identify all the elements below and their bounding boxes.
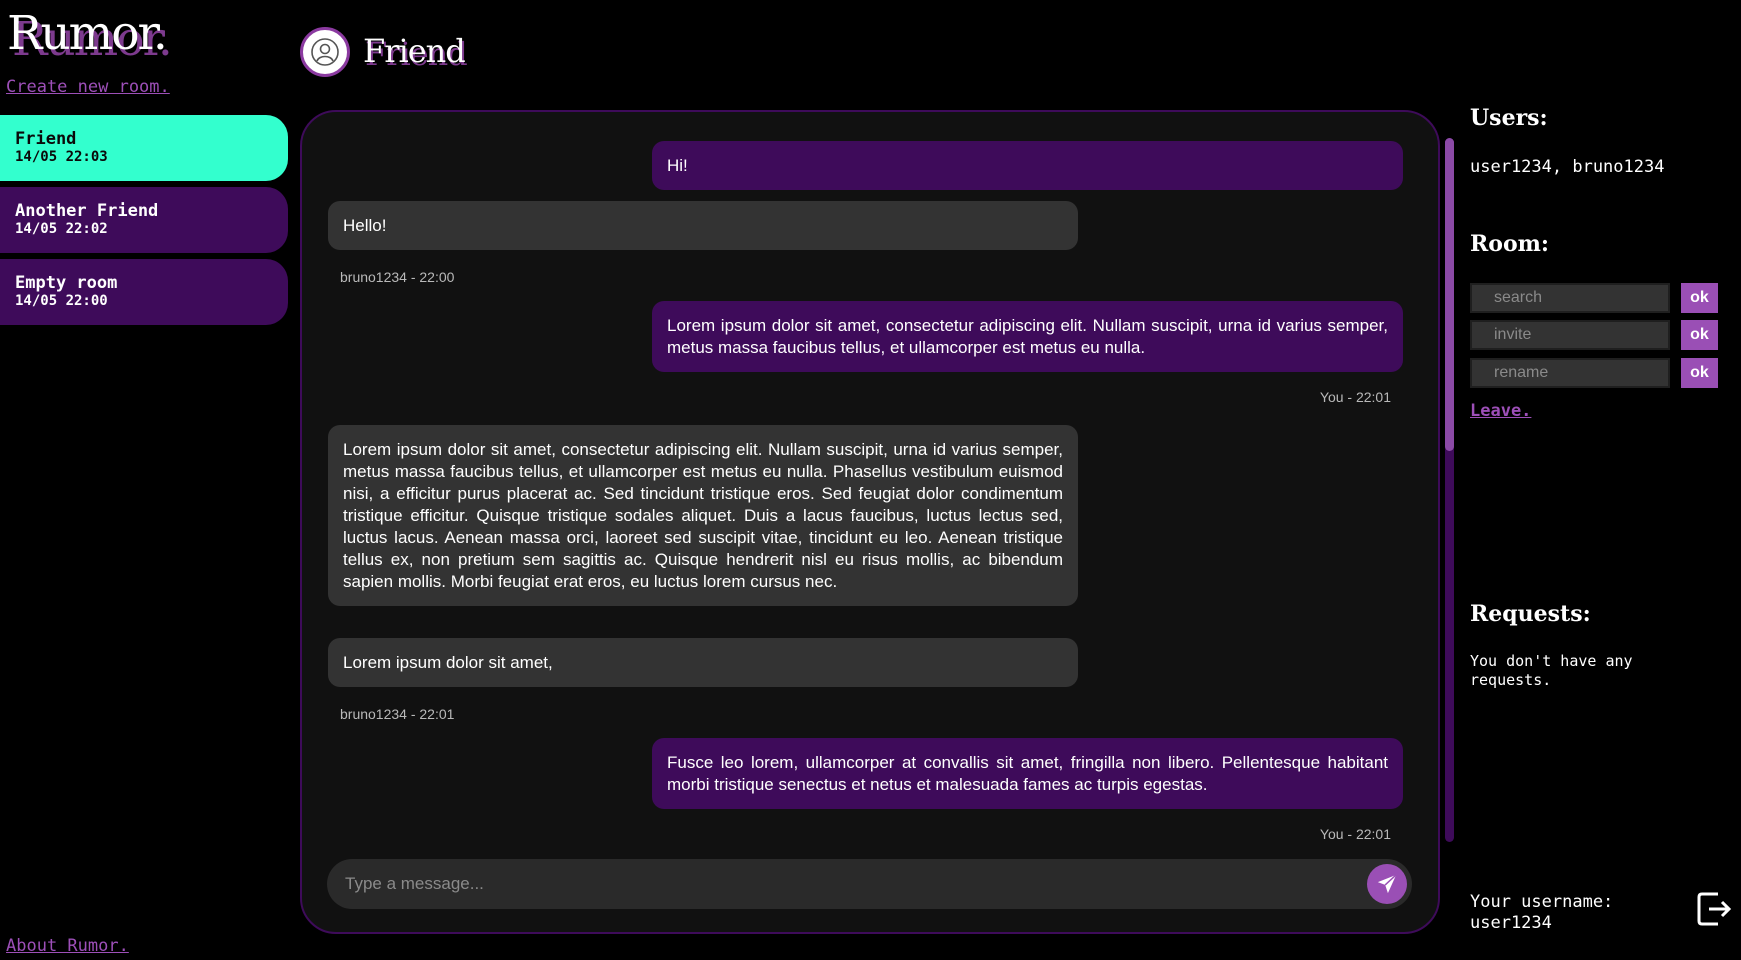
app-logo: Rumor. Rumor. — [7, 4, 237, 67]
room-item-empty-room[interactable]: Empty room 14/05 22:00 — [0, 259, 288, 325]
message-incoming: Lorem ipsum dolor sit amet, — [328, 638, 1078, 687]
search-ok-button[interactable]: ok — [1681, 283, 1718, 313]
users-heading: Users: — [1470, 105, 1548, 131]
room-name: Another Friend — [15, 201, 159, 221]
logout-icon — [1697, 892, 1732, 926]
room-heading: Room: — [1470, 231, 1550, 257]
invite-input[interactable] — [1470, 320, 1670, 350]
message-meta: You - 22:01 — [1319, 389, 1391, 405]
chat-title-text: Friend — [363, 32, 466, 70]
message-meta: bruno1234 - 22:01 — [340, 706, 455, 722]
rename-ok-button[interactable]: ok — [1681, 358, 1718, 388]
message-outgoing: Lorem ipsum dolor sit amet, consectetur … — [652, 301, 1403, 372]
rename-input[interactable] — [1470, 358, 1670, 388]
room-item-friend[interactable]: Friend 14/05 22:03 — [0, 115, 288, 181]
message-list[interactable]: Hi! Hello! bruno1234 - 22:00 Lorem ipsum… — [328, 141, 1403, 932]
about-link[interactable]: About Rumor. — [6, 936, 129, 956]
chat-panel: Hi! Hello! bruno1234 - 22:00 Lorem ipsum… — [300, 110, 1440, 934]
message-input[interactable] — [345, 874, 1367, 894]
users-list: user1234, bruno1234 — [1470, 157, 1665, 177]
room-list: Friend 14/05 22:03 Another Friend 14/05 … — [0, 115, 288, 331]
search-row: ok — [1470, 283, 1718, 313]
logout-button[interactable] — [1696, 889, 1732, 929]
invite-row: ok — [1470, 320, 1718, 350]
invite-ok-button[interactable]: ok — [1681, 320, 1718, 350]
user-circle-icon — [300, 27, 350, 77]
message-outgoing: Hi! — [652, 141, 1403, 190]
search-input[interactable] — [1470, 283, 1670, 313]
create-room-link[interactable]: Create new room. — [6, 77, 170, 97]
room-time: 14/05 22:03 — [15, 149, 108, 165]
chat-scrollbar[interactable] — [1445, 138, 1454, 842]
username-value: user1234 — [1470, 913, 1552, 933]
paper-plane-icon — [1377, 874, 1397, 894]
username-label: Your username: — [1470, 892, 1614, 912]
requests-empty-text: You don't have any requests. — [1470, 652, 1633, 689]
message-incoming: Hello! — [328, 201, 1078, 250]
room-name: Empty room — [15, 273, 118, 293]
message-composer — [327, 859, 1412, 909]
room-info-panel: Users: user1234, bruno1234 Room: ok ok o… — [1470, 0, 1741, 960]
rename-row: ok — [1470, 358, 1718, 388]
requests-heading: Requests: — [1470, 601, 1591, 627]
message-incoming: Lorem ipsum dolor sit amet, consectetur … — [328, 425, 1078, 606]
room-time: 14/05 22:00 — [15, 293, 108, 309]
room-time: 14/05 22:02 — [15, 221, 108, 237]
message-outgoing: Fusce leo lorem, ullamcorper at convalli… — [652, 738, 1403, 809]
chat-scrollbar-thumb[interactable] — [1445, 138, 1454, 451]
room-item-another-friend[interactable]: Another Friend 14/05 22:02 — [0, 187, 288, 253]
send-button[interactable] — [1367, 864, 1407, 904]
message-meta: You - 22:01 — [1319, 826, 1391, 842]
app-logo-text: Rumor. — [7, 6, 168, 61]
room-name: Friend — [15, 129, 77, 149]
leave-room-link[interactable]: Leave. — [1470, 401, 1531, 421]
message-meta: bruno1234 - 22:00 — [340, 269, 455, 285]
